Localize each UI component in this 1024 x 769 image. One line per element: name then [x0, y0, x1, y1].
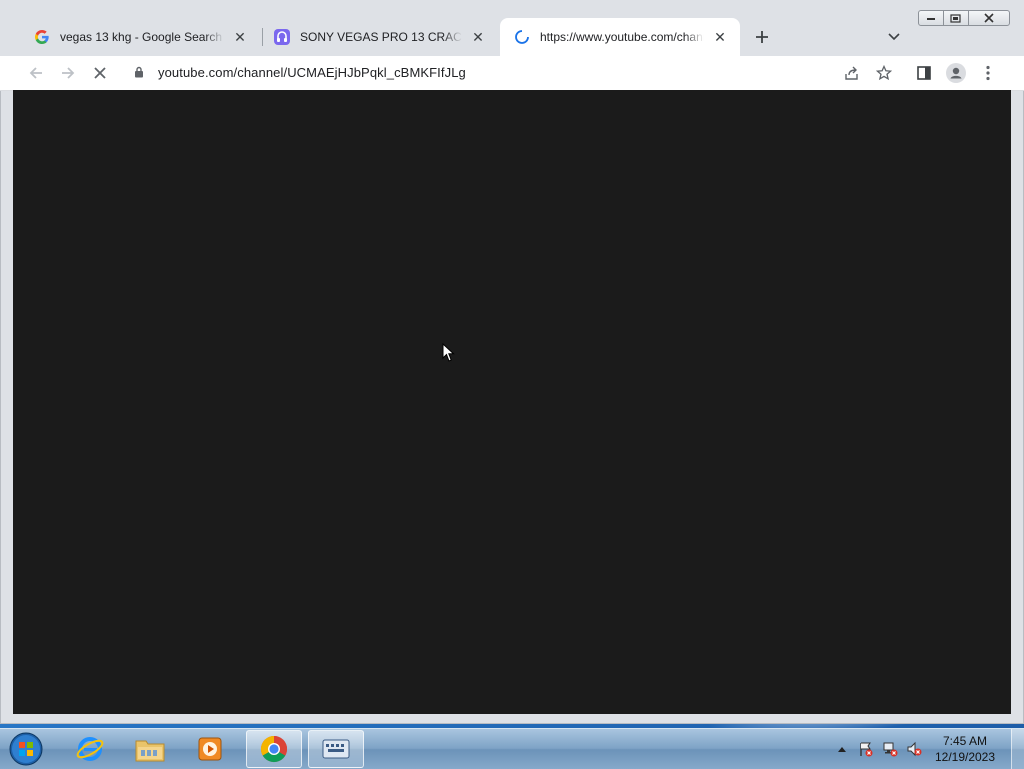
tab-strip: vegas 13 khg - Google Search ✕ SONY VEGA…	[0, 0, 1024, 56]
close-icon	[984, 13, 994, 23]
star-icon	[876, 65, 892, 81]
side-panel-button[interactable]	[912, 61, 936, 85]
clock-time: 7:45 AM	[942, 734, 988, 748]
tab-search-button[interactable]	[882, 26, 906, 48]
network-icon[interactable]	[881, 740, 899, 758]
plus-icon	[756, 31, 768, 43]
on-screen-keyboard-icon	[322, 739, 350, 759]
windows-start-orb-icon	[9, 732, 43, 766]
back-button[interactable]	[24, 61, 48, 85]
tab-title: vegas 13 khg - Google Search	[60, 30, 223, 44]
taskbar-file-explorer[interactable]	[122, 730, 178, 768]
taskbar-clock[interactable]: 7:45 AM 12/19/2023	[929, 733, 1001, 765]
chrome-window: vegas 13 khg - Google Search ✕ SONY VEGA…	[0, 0, 1024, 724]
tab-google-search[interactable]: vegas 13 khg - Google Search ✕	[20, 18, 260, 56]
clock-date: 12/19/2023	[934, 750, 996, 764]
show-hidden-icons-button[interactable]	[833, 740, 851, 758]
restore-icon	[950, 14, 961, 23]
stop-icon	[94, 67, 106, 79]
kebab-menu-icon	[986, 65, 990, 81]
side-panel-icon	[917, 66, 931, 80]
new-tab-button[interactable]	[750, 26, 774, 48]
minimize-icon	[927, 18, 935, 20]
window-caption-buttons	[918, 10, 1010, 28]
arrow-right-icon	[62, 67, 75, 79]
stop-loading-button[interactable]	[88, 61, 112, 85]
taskbar-on-screen-keyboard[interactable]	[308, 730, 364, 768]
taskbar: 7:45 AM 12/19/2023	[0, 728, 1024, 769]
show-desktop-button[interactable]	[1011, 729, 1024, 769]
tab-youtube[interactable]: https://www.youtube.com/chann ✕	[500, 18, 740, 56]
browser-toolbar: youtube.com/channel/UCMAEjHJbPqkl_cBMKFI…	[0, 56, 1024, 91]
start-button[interactable]	[6, 730, 46, 768]
page-viewport[interactable]	[13, 90, 1011, 714]
arrow-left-icon	[29, 67, 42, 79]
media-player-icon	[198, 737, 222, 761]
taskbar-media-player[interactable]	[182, 730, 238, 768]
restore-button[interactable]	[943, 10, 969, 26]
tab-close-icon[interactable]: ✕	[712, 29, 728, 45]
minimize-button[interactable]	[918, 10, 944, 26]
lock-icon	[132, 65, 146, 79]
chevron-up-icon	[838, 747, 846, 752]
internet-explorer-icon	[76, 737, 104, 761]
tab-sony-vegas[interactable]: SONY VEGAS PRO 13 CRACK by ✕	[260, 18, 498, 56]
tab-title: SONY VEGAS PRO 13 CRACK by	[300, 30, 462, 44]
close-window-button[interactable]	[968, 10, 1010, 26]
tab-title: https://www.youtube.com/chann	[540, 30, 704, 44]
tab-close-icon[interactable]: ✕	[232, 29, 248, 45]
loading-spinner-icon	[514, 29, 530, 45]
url-text: youtube.com/channel/UCMAEjHJbPqkl_cBMKFI…	[158, 64, 466, 80]
mouse-cursor-icon	[442, 343, 455, 362]
chrome-icon	[260, 735, 288, 763]
share-button[interactable]	[840, 61, 864, 85]
address-bar[interactable]: youtube.com/channel/UCMAEjHJbPqkl_cBMKFI…	[122, 58, 902, 86]
avatar-icon	[946, 63, 966, 83]
tab-close-icon[interactable]: ✕	[470, 29, 486, 45]
profile-button[interactable]	[944, 61, 968, 85]
volume-muted-icon[interactable]	[905, 740, 923, 758]
taskbar-chrome[interactable]	[246, 730, 302, 768]
chevron-down-icon	[888, 33, 900, 41]
site-icon	[274, 29, 290, 45]
share-icon	[845, 66, 858, 80]
menu-button[interactable]	[976, 61, 1000, 85]
system-tray: 7:45 AM 12/19/2023	[833, 729, 1024, 769]
google-icon	[34, 29, 50, 45]
file-explorer-icon	[135, 740, 165, 762]
taskbar-internet-explorer[interactable]	[62, 730, 118, 768]
bookmark-button[interactable]	[872, 61, 896, 85]
forward-button[interactable]	[56, 61, 80, 85]
action-center-icon[interactable]	[857, 740, 875, 758]
